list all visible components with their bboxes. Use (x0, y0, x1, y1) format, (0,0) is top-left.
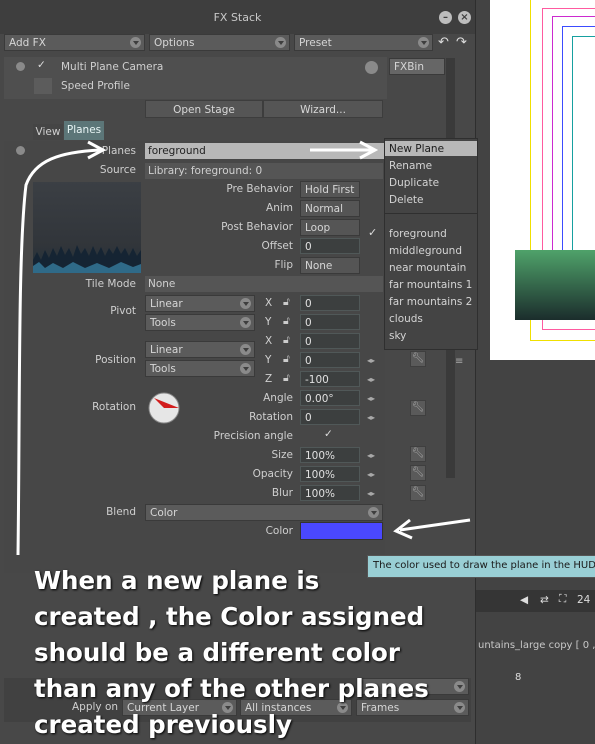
annotation-line: When a new plane is (34, 566, 320, 595)
annotation-line: created previously (34, 710, 292, 739)
annotation-line: created , the Color assigned (34, 602, 425, 631)
annotation-line: should be a different color (34, 638, 400, 667)
annotation-text: When a new plane is created , the Color … (34, 563, 429, 743)
annotation-line: than any of the other planes (34, 674, 429, 703)
long-arrow-icon (16, 148, 101, 556)
